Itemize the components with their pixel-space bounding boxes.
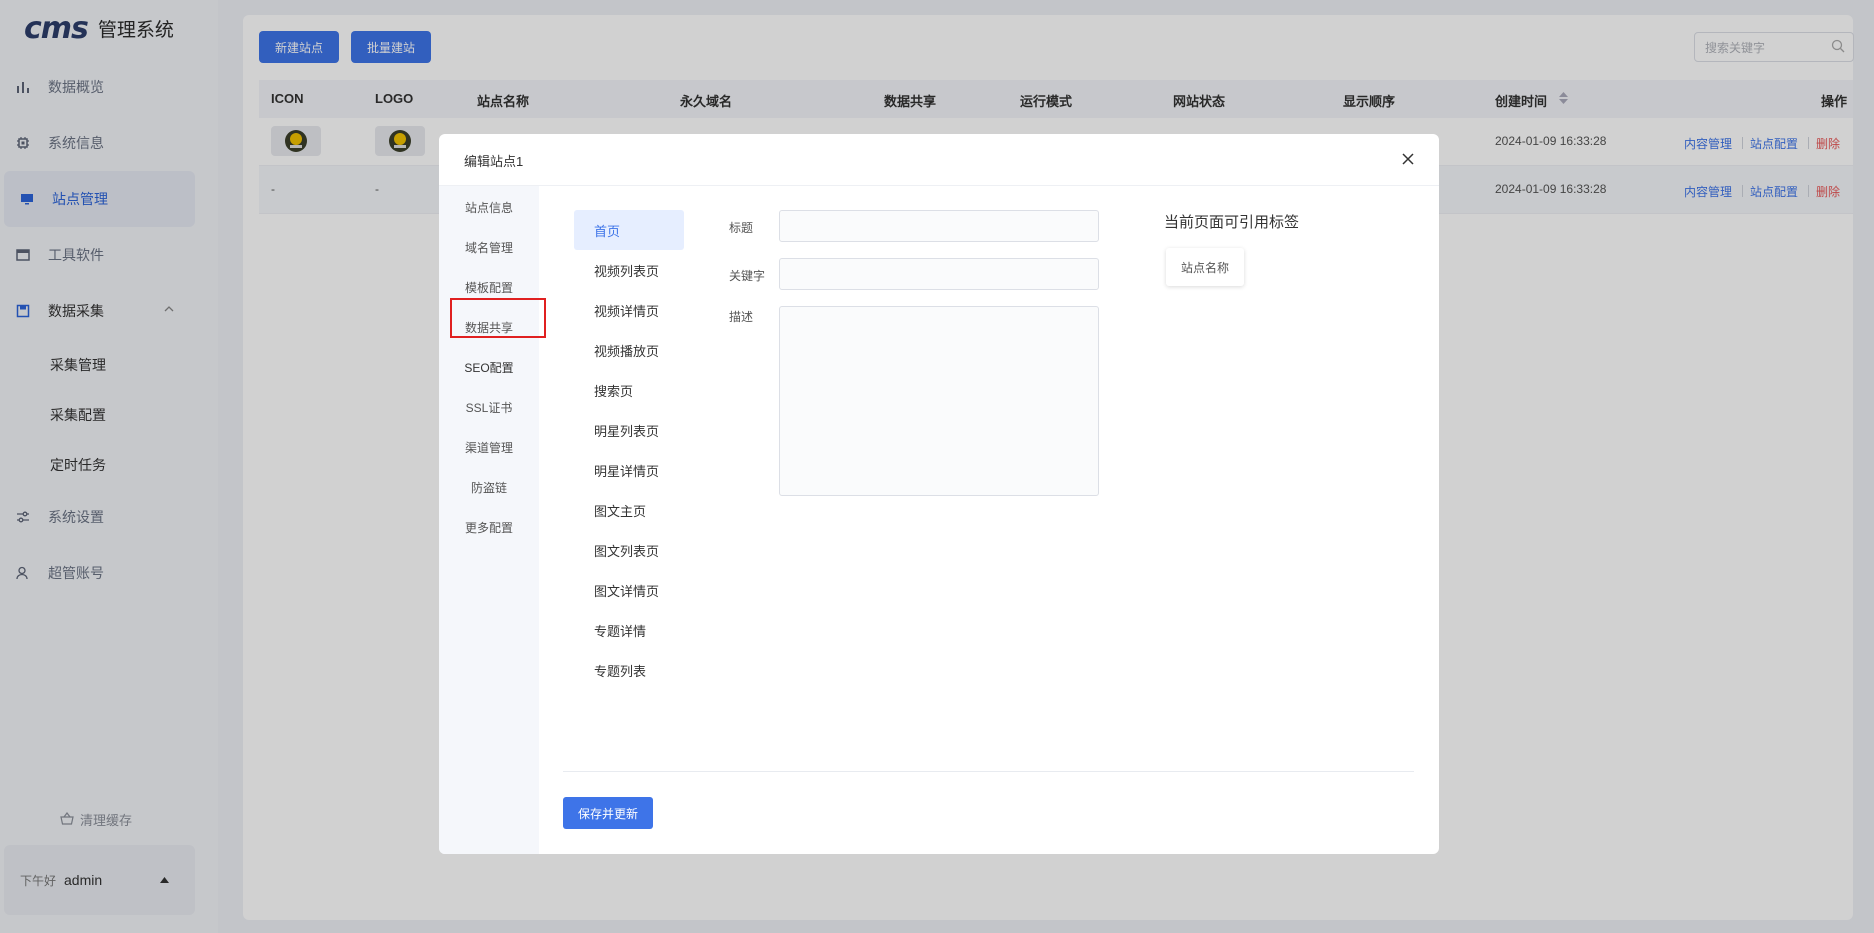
close-icon[interactable]	[1397, 148, 1419, 170]
highlight-box	[450, 298, 546, 338]
page-item-topic-list[interactable]: 专题列表	[574, 650, 684, 690]
page-item-video-play[interactable]: 视频播放页	[574, 330, 684, 370]
keywords-label: 关键字	[729, 269, 766, 283]
save-and-update-button[interactable]: 保存并更新	[563, 797, 653, 829]
page-item-home[interactable]: 首页	[574, 210, 684, 250]
tab-channel-manage[interactable]: 渠道管理	[439, 439, 539, 456]
tab-site-info[interactable]: 站点信息	[439, 199, 539, 216]
page-item-star-list[interactable]: 明星列表页	[574, 410, 684, 450]
description-label: 描述	[729, 310, 754, 324]
tab-anti-leech[interactable]: 防盗链	[439, 479, 539, 496]
dialog-header: 编辑站点1	[439, 134, 1439, 186]
footer-divider	[563, 771, 1414, 772]
page-item-search[interactable]: 搜索页	[574, 370, 684, 410]
tab-more-config[interactable]: 更多配置	[439, 519, 539, 536]
page-item-video-list[interactable]: 视频列表页	[574, 250, 684, 290]
keywords-input[interactable]	[779, 258, 1099, 290]
page-item-star-detail[interactable]: 明星详情页	[574, 450, 684, 490]
available-tags-title: 当前页面可引用标签	[1164, 214, 1300, 231]
page-item-article-home[interactable]: 图文主页	[574, 490, 684, 530]
tab-ssl-cert[interactable]: SSL证书	[439, 399, 539, 416]
tab-template-config[interactable]: 模板配置	[439, 279, 539, 296]
tab-domain-manage[interactable]: 域名管理	[439, 239, 539, 256]
dialog-tabs: 站点信息 域名管理 模板配置 数据共享 SEO配置 SSL证书 渠道管理 防盗链…	[439, 186, 539, 854]
page-item-topic-detail[interactable]: 专题详情	[574, 610, 684, 650]
tag-site-name[interactable]: 站点名称	[1166, 248, 1244, 286]
page-item-article-list[interactable]: 图文列表页	[574, 530, 684, 570]
description-textarea[interactable]	[779, 306, 1099, 496]
edit-site-dialog: 编辑站点1 站点信息 域名管理 模板配置 数据共享 SEO配置 SSL证书 渠道…	[439, 134, 1439, 854]
title-label: 标题	[729, 221, 754, 235]
tab-seo-config[interactable]: SEO配置	[439, 359, 539, 376]
page-item-video-detail[interactable]: 视频详情页	[574, 290, 684, 330]
page-item-article-detail[interactable]: 图文详情页	[574, 570, 684, 610]
title-input[interactable]	[779, 210, 1099, 242]
dialog-title: 编辑站点1	[464, 154, 524, 169]
